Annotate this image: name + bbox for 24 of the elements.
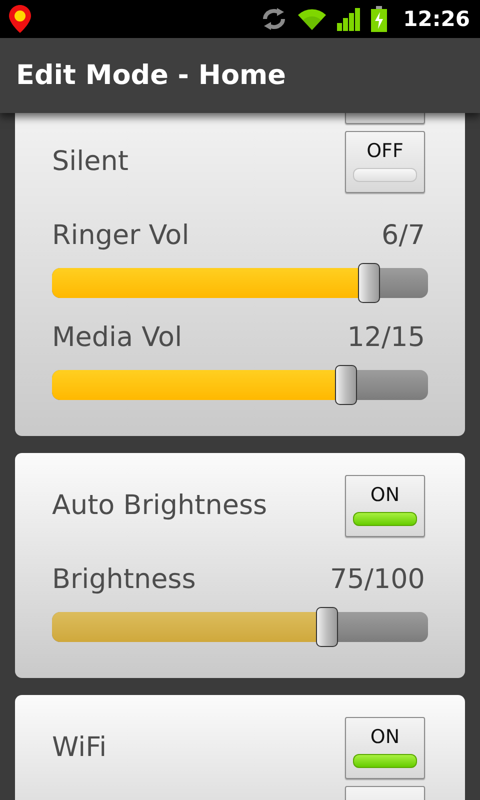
setting-label: Brightness [52,565,196,595]
setting-label: Ringer Vol [52,221,190,251]
toggle-button[interactable]: ON [345,474,425,536]
slider-reading: 6/7 [382,221,425,251]
screen-title: Edit Mode - Home [16,60,286,91]
slider-track[interactable] [52,268,428,298]
setting-label: Media Vol [52,323,182,353]
signal-icon [337,7,362,31]
map-pin-icon [8,4,32,34]
setting-label: Silent [52,146,128,176]
wifi-icon [297,7,328,31]
slider-reading: 12/15 [347,323,425,353]
setting-label: Auto Brightness [52,490,268,520]
slider-track[interactable] [52,612,428,642]
sync-icon [261,7,288,31]
toggle-button[interactable]: OFF [345,130,425,192]
slider-reading: 75/100 [330,565,425,595]
slider-thumb[interactable] [335,365,358,405]
slider-thumb[interactable] [358,263,380,303]
slider-track[interactable] [52,370,428,400]
toggle-button[interactable]: ON [345,716,425,778]
battery-icon [371,6,388,32]
clock-time: 12:26 [403,7,470,31]
setting-label: WiFi [52,732,107,762]
